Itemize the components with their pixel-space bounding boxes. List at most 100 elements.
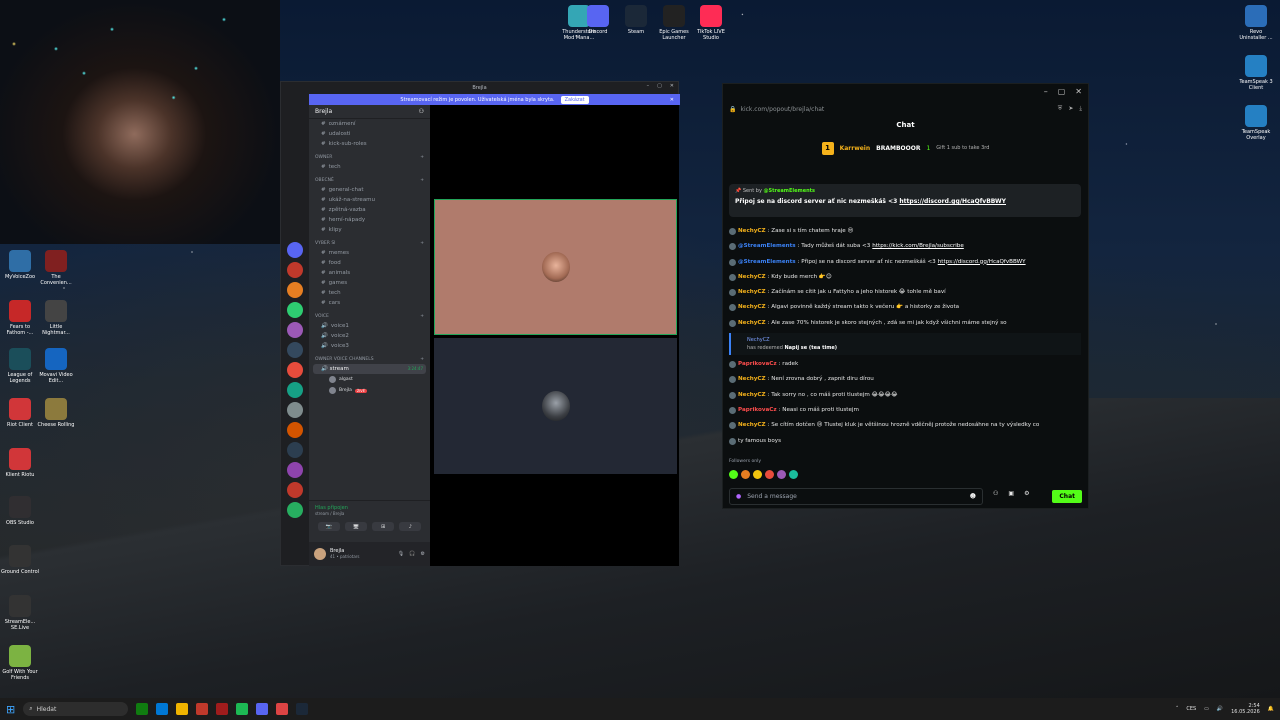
channel-item[interactable]: # kick-sub-roles: [309, 139, 430, 149]
plus-icon[interactable]: +: [420, 178, 424, 183]
smile-icon[interactable]: ☻: [970, 493, 976, 500]
chat-message[interactable]: NechyCZ: Není zrovna dobrý , zapnit diru…: [729, 372, 1081, 387]
close-banner-icon[interactable]: ✕: [670, 97, 674, 103]
server-icon[interactable]: [287, 322, 303, 338]
chat-message[interactable]: @StreamElements: Tady můžeš dát suba <3 …: [729, 239, 1081, 254]
channel-item[interactable]: 🔊 voice2: [309, 331, 430, 341]
message-input[interactable]: ● Send a message ☻: [729, 488, 983, 505]
chat-link[interactable]: https://kick.com/Brejla/subscribe: [872, 239, 964, 254]
server-icon[interactable]: [287, 362, 303, 378]
desktop-shortcut[interactable]: TikTok LIVE Studio: [691, 5, 731, 41]
voice-user[interactable]: Brejla ŽIVĚ: [309, 385, 430, 396]
channel-item[interactable]: # games: [309, 278, 430, 288]
server-icon[interactable]: [287, 382, 303, 398]
chat-link[interactable]: https://discord.gg/HcaQfvBBWY: [938, 255, 1026, 270]
desktop-shortcut[interactable]: The Convenien...: [36, 250, 76, 286]
emote-icon[interactable]: [765, 470, 774, 479]
camera-button[interactable]: 📷: [317, 522, 340, 531]
server-icon[interactable]: [287, 302, 303, 318]
clock[interactable]: 2:54 16.05.2026: [1231, 703, 1260, 715]
voice-user[interactable]: algast: [309, 374, 430, 385]
chat-message[interactable]: @StreamElements: Připoj se na discord se…: [729, 255, 1081, 270]
discord-icon[interactable]: [256, 703, 269, 715]
taskbar-search[interactable]: ⌕ Hledat: [23, 702, 129, 716]
close-icon[interactable]: ✕: [670, 83, 674, 89]
network-icon[interactable]: ▭: [1204, 706, 1209, 712]
language-indicator[interactable]: CES: [1186, 706, 1196, 712]
channel-category[interactable]: VOICE +: [309, 308, 430, 321]
server-icon[interactable]: [287, 402, 303, 418]
desktop-shortcut[interactable]: Fears to Fathom -...: [0, 300, 40, 336]
chat-username[interactable]: NechyCZ: [738, 418, 766, 433]
server-icon[interactable]: [287, 442, 303, 458]
avatar[interactable]: [314, 548, 326, 560]
emote-icon[interactable]: [729, 470, 738, 479]
file-explorer-icon[interactable]: [176, 703, 189, 715]
gift-icon[interactable]: ▣: [1008, 490, 1014, 497]
address-bar[interactable]: 🔒 kick.com/popout/brejla/chat ⛨ ➤ ⤓: [723, 102, 1088, 116]
channel-item[interactable]: # food: [309, 258, 430, 268]
desktop-shortcut[interactable]: Revo Uninstaller ...: [1236, 5, 1276, 41]
desktop-shortcut[interactable]: League of Legends: [0, 348, 40, 384]
emote-icon[interactable]: [789, 470, 798, 479]
server-icon[interactable]: [287, 502, 303, 518]
plus-icon[interactable]: +: [420, 314, 424, 319]
channel-item[interactable]: # klipy: [309, 225, 430, 235]
chat-message[interactable]: NechyCZ: Ale zase 70% historek je skoro …: [729, 316, 1081, 331]
app-icon[interactable]: [276, 703, 289, 715]
maximize-icon[interactable]: ▢: [657, 83, 662, 89]
gear-icon[interactable]: ⚙: [1024, 490, 1029, 497]
voice-tile-speaking[interactable]: [434, 199, 677, 335]
chat-message[interactable]: PaprikovaCz: Neasi co máš proti tlustejm: [729, 403, 1081, 418]
channel-item[interactable]: # ukáž-na-streamu: [309, 195, 430, 205]
server-icon[interactable]: [287, 342, 303, 358]
plus-icon[interactable]: +: [420, 241, 424, 246]
chat-username[interactable]: NechyCZ: [738, 316, 766, 331]
channel-item[interactable]: 🔊 voice1: [309, 321, 430, 331]
download-icon[interactable]: ⤓: [1079, 105, 1082, 113]
opera-icon[interactable]: [196, 703, 209, 715]
desktop-shortcut[interactable]: Golf With Your Friends: [0, 645, 40, 681]
desktop-shortcut[interactable]: OBS Studio: [0, 496, 40, 526]
screen-share-button[interactable]: 🖥: [344, 522, 367, 531]
desktop-shortcut[interactable]: Klient Riotu: [0, 448, 40, 478]
soundboard-button[interactable]: ♪: [399, 522, 422, 531]
send-icon[interactable]: ➤: [1068, 105, 1073, 113]
channel-item[interactable]: # animals: [309, 268, 430, 278]
copilot-icon[interactable]: [156, 703, 169, 715]
chat-username[interactable]: NechyCZ: [738, 300, 766, 315]
channel-item[interactable]: # udalosti: [309, 129, 430, 139]
chat-message[interactable]: NechyCZ: Tak sorry no , co máš proti tlu…: [729, 388, 1081, 403]
chat-username[interactable]: @StreamElements: [738, 239, 796, 254]
chat-username[interactable]: NechyCZ: [738, 372, 766, 387]
chat-message[interactable]: NechyCZ: Algavi povinně každý stream tak…: [729, 300, 1081, 315]
plus-icon[interactable]: +: [420, 155, 424, 160]
notifications-icon[interactable]: 🔔: [1268, 706, 1274, 712]
mic-icon[interactable]: 🎙: [398, 551, 404, 557]
server-icon[interactable]: [287, 262, 303, 278]
desktop-shortcut[interactable]: Riot Client: [0, 398, 40, 428]
minimize-icon[interactable]: –: [1044, 87, 1048, 99]
pinned-link[interactable]: https://discord.gg/HcaQfvBBWY: [899, 198, 1006, 205]
channel-item[interactable]: # cars: [309, 298, 430, 308]
disable-streamer-mode-button[interactable]: Zakázat: [560, 95, 589, 104]
chat-username[interactable]: NechyCZ: [738, 388, 766, 403]
channel-item[interactable]: # tech: [309, 162, 430, 172]
channel-item[interactable]: # oznámení: [309, 119, 430, 129]
emoji-icon[interactable]: ●: [736, 493, 741, 500]
pinned-message[interactable]: 📌 Sent by @StreamElements Připoj se na d…: [729, 184, 1081, 217]
close-icon[interactable]: ✕: [1075, 87, 1082, 99]
gear-icon[interactable]: ⚙: [421, 551, 425, 557]
maximize-icon[interactable]: ▢: [1058, 87, 1066, 99]
desktop-shortcut[interactable]: Ground Control: [0, 545, 40, 575]
steam-icon[interactable]: [296, 703, 309, 715]
server-icon[interactable]: [287, 422, 303, 438]
emote-icon[interactable]: [777, 470, 786, 479]
desktop-shortcut[interactable]: Cheese Rolling: [36, 398, 76, 428]
chat-message[interactable]: NechyCZ: Zase si s tím chatem hraje 😔: [729, 224, 1081, 239]
server-icon[interactable]: [287, 242, 303, 258]
server-icon[interactable]: [287, 462, 303, 478]
shield-icon[interactable]: ⛨: [1058, 105, 1063, 113]
chat-message[interactable]: NechyCZ: Se cítím dotčen 😢 Tlustej kluk …: [729, 418, 1081, 433]
desktop-shortcut[interactable]: TeamSpeak Overlay: [1236, 105, 1276, 141]
